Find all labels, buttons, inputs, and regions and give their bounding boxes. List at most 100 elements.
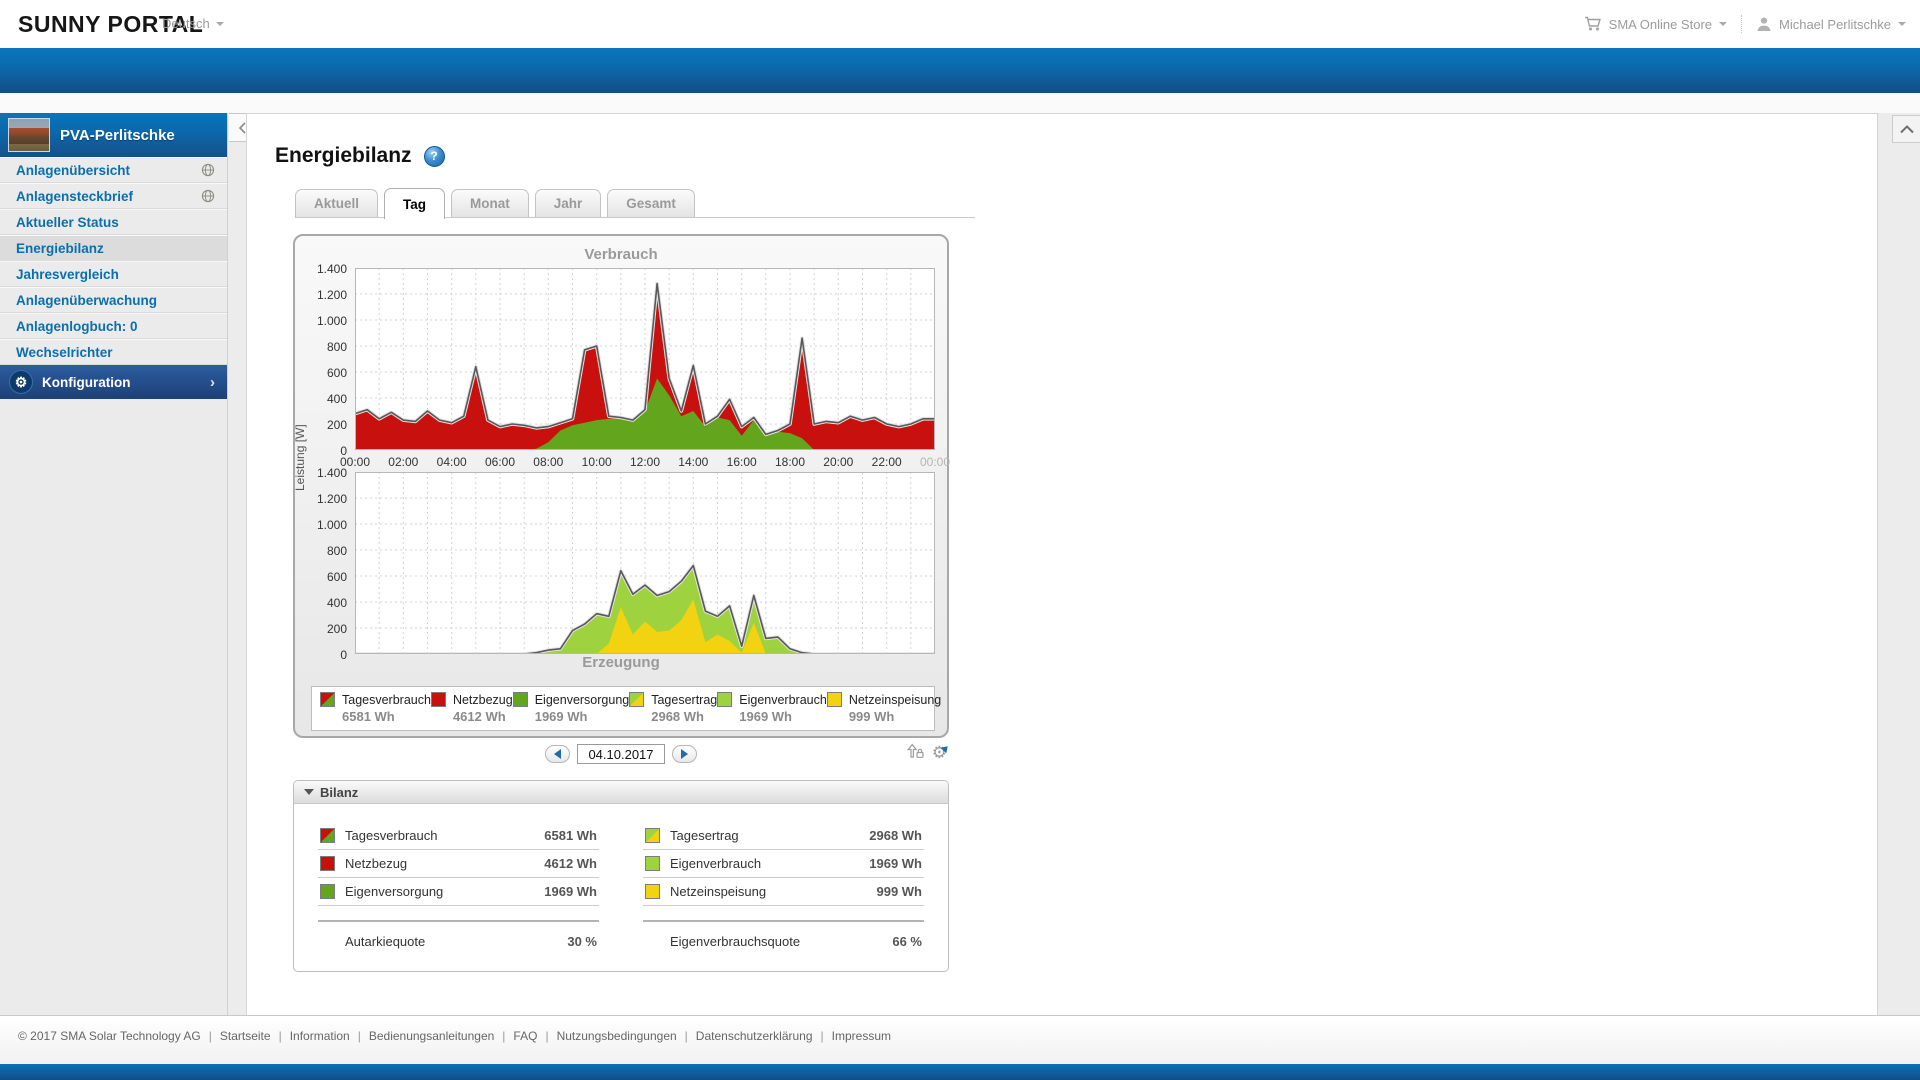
user-menu[interactable]: Michael Perlitschke (1756, 16, 1906, 32)
divider: | (357, 1029, 361, 1043)
divider: | (684, 1029, 688, 1043)
footer-link[interactable]: Impressum (832, 1029, 891, 1043)
legend-value: 1969 Wh (739, 709, 792, 724)
bilanz-value: 999 Wh (876, 884, 922, 899)
chart-settings-icon[interactable]: ⚙ (932, 740, 954, 761)
footer-link[interactable]: Information (290, 1029, 350, 1043)
legend-value: 6581 Wh (342, 709, 395, 724)
footer-link[interactable]: Datenschutzerklärung (696, 1029, 813, 1043)
divider: | (820, 1029, 824, 1043)
tab-jahr[interactable]: Jahr (534, 189, 602, 217)
y-tick-label: 1.200 (316, 492, 347, 506)
bilanz-value: 2968 Wh (869, 828, 922, 843)
date-input[interactable] (577, 744, 665, 764)
bilanz-label: Autarkiequote (345, 934, 426, 949)
scroll-top-button[interactable] (1892, 115, 1920, 143)
language-selector[interactable]: Deutsch (162, 16, 224, 31)
footer-link[interactable]: Bedienungsanleitungen (369, 1029, 494, 1043)
tagesertrag-swatch (645, 828, 660, 843)
publish-upload-icon[interactable] (906, 742, 924, 764)
y-tick-label: 600 (326, 366, 347, 380)
erzeugung-plot-row: 1.400 1.200 1.000 800 600 400 200 0 (303, 466, 939, 662)
eigenversorgung-swatch (512, 692, 528, 707)
sidebar-item-wechselrichter[interactable]: Wechselrichter (0, 339, 227, 365)
arrow-right-icon (681, 749, 693, 759)
previous-day-button[interactable] (545, 745, 570, 763)
sidebar-item-aktueller-status[interactable]: Aktueller Status (0, 209, 227, 235)
sidebar-item-label: Konfiguration (42, 374, 131, 390)
sidebar-item-jahresvergleich[interactable]: Jahresvergleich (0, 261, 227, 287)
bilanz-panel: Bilanz Tagesverbrauch 6581 Wh Netzbezug … (293, 780, 949, 972)
bilanz-label: Netzbezug (345, 856, 408, 871)
legend-label: Eigenverbrauch (739, 692, 827, 707)
bottom-blue-bar (0, 1064, 1920, 1080)
next-day-button[interactable] (672, 745, 697, 763)
shopping-cart-icon (1584, 16, 1601, 31)
sidebar-item-label: Energiebilanz (16, 240, 104, 256)
chevron-down-icon (1719, 22, 1727, 30)
legend-value: 999 Wh (848, 709, 895, 724)
bilanz-label: Eigenversorgung (345, 884, 444, 899)
tagesverbrauch-swatch (320, 828, 335, 843)
x-tick-label: 14:00 (678, 455, 709, 469)
bilanz-label: Tagesertrag (670, 828, 739, 843)
sidebar: PVA-Perlitschke Anlagenübersicht Anlagen… (0, 113, 228, 1015)
sidebar-item-anlagenlogbuch[interactable]: Anlagenlogbuch: 0 (0, 313, 227, 339)
language-label: Deutsch (162, 16, 210, 31)
bilanz-body: Tagesverbrauch 6581 Wh Netzbezug 4612 Wh… (294, 804, 948, 971)
globe-icon (201, 189, 215, 203)
netzeinspeisung-swatch (826, 692, 842, 707)
chart-tools: ⚙ (906, 740, 954, 764)
x-tick-label: 06:00 (484, 455, 516, 469)
netzbezug-swatch (430, 692, 446, 707)
page-title: Energiebilanz (275, 144, 412, 167)
sidebar-item-label: Wechselrichter (16, 344, 113, 360)
netzeinspeisung-swatch (645, 884, 660, 899)
y-tick-label: 800 (326, 544, 347, 558)
y-tick-label: 0 (340, 648, 347, 662)
sidebar-item-energiebilanz[interactable]: Energiebilanz (0, 235, 227, 261)
erzeugung-chart (355, 472, 935, 654)
tab-aktuell[interactable]: Aktuell (295, 189, 379, 217)
x-tick-label: 02:00 (388, 455, 419, 469)
tab-monat[interactable]: Monat (451, 189, 529, 217)
sidebar-item-konfiguration[interactable]: ⚙ Konfiguration › (0, 365, 227, 399)
footer-link[interactable]: FAQ (513, 1029, 537, 1043)
help-icon[interactable]: ? (423, 145, 445, 167)
chevron-up-icon (1899, 124, 1914, 133)
x-tick-label: 18:00 (774, 455, 806, 469)
legend-label: Netzbezug (452, 692, 513, 707)
tab-gesamt[interactable]: Gesamt (607, 189, 695, 217)
legend-item-tagesverbrauch: Tagesverbrauch 6581 Wh (320, 692, 431, 724)
y-tick-label: 1.000 (316, 518, 347, 532)
divider: | (502, 1029, 506, 1043)
footer-link[interactable]: Startseite (220, 1029, 271, 1043)
sma-online-store-link[interactable]: SMA Online Store (1584, 16, 1727, 32)
verbrauch-y-axis: 1.400 1.200 1.000 800 600 400 200 0 (303, 262, 355, 458)
x-tick-label: 20:00 (823, 455, 854, 469)
bilanz-row-tagesertrag: Tagesertrag 2968 Wh (643, 822, 924, 850)
legend-label: Eigenversorgung (534, 692, 630, 707)
sidebar-item-anlagenuebersicht[interactable]: Anlagenübersicht (0, 157, 227, 183)
verbrauch-chart (355, 268, 935, 450)
sidebar-item-anlagenueberwachung[interactable]: Anlagenüberwachung (0, 287, 227, 313)
user-label: Michael Perlitschke (1779, 16, 1891, 32)
sidebar-item-anlagensteckbrief[interactable]: Anlagensteckbrief (0, 183, 227, 209)
bilanz-title: Bilanz (320, 784, 359, 800)
arrow-left-icon (549, 749, 561, 759)
tab-tag[interactable]: Tag (384, 188, 446, 219)
bilanz-header[interactable]: Bilanz (294, 781, 948, 804)
y-tick-label: 1.000 (316, 314, 347, 328)
workspace: PVA-Perlitschke Anlagenübersicht Anlagen… (0, 93, 1920, 1015)
legend-item-eigenverbrauch: Eigenverbrauch 1969 Wh (717, 692, 827, 724)
tagesertrag-swatch (629, 692, 645, 707)
x-tick-label: 22:00 (871, 455, 902, 469)
footer-link[interactable]: Nutzungsbedingungen (557, 1029, 677, 1043)
sidebar-plant-header[interactable]: PVA-Perlitschke (0, 113, 227, 157)
legend-item-eigenversorgung: Eigenversorgung 1969 Wh (512, 692, 630, 724)
y-tick-label: 200 (326, 418, 347, 432)
bilanz-row-eigenversorgung: Eigenversorgung 1969 Wh (318, 878, 599, 906)
date-navigation: ⚙ (293, 738, 954, 770)
bilanz-value: 6581 Wh (544, 828, 597, 843)
tagesverbrauch-swatch (320, 692, 335, 707)
